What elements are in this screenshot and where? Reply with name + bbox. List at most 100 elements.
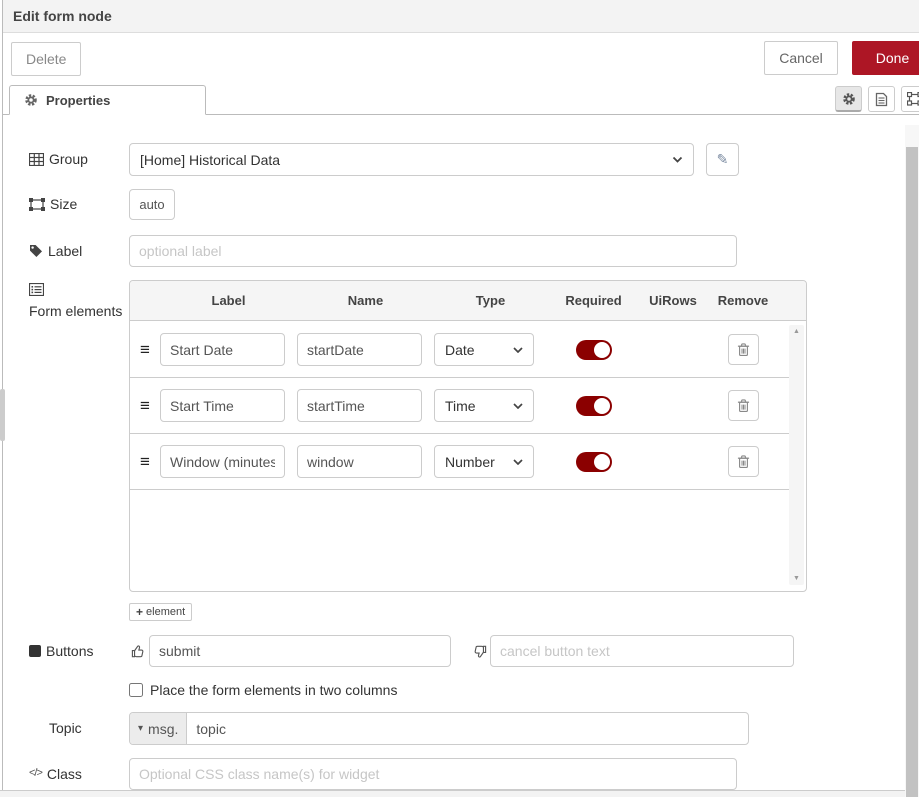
appearance-tab-button[interactable] <box>901 86 919 112</box>
trash-icon <box>737 455 750 469</box>
caret-down-icon: ▾ <box>138 723 143 734</box>
edit-form-node-dialog: { "dialog": { "title": "Edit form node",… <box>0 0 919 797</box>
form-element-row: ≡ Time <box>130 378 791 434</box>
appearance-icon <box>907 92 919 106</box>
chevron-down-icon <box>513 403 523 409</box>
group-row: Group [Home] Historical Data ✎ <box>29 143 919 176</box>
chevron-down-icon <box>513 459 523 465</box>
scroll-down-icon[interactable]: ▼ <box>793 575 800 582</box>
tasks-icon <box>29 722 44 735</box>
plus-icon: + <box>136 605 143 619</box>
element-type-select[interactable]: Time <box>434 389 534 422</box>
cancel-button-text-input[interactable] <box>490 635 794 667</box>
remove-element-button[interactable] <box>728 334 759 365</box>
element-name-input[interactable] <box>297 389 422 422</box>
tray-resize-grip[interactable] <box>0 389 5 441</box>
dialog-title: Edit form node <box>13 8 112 24</box>
topic-typed-input: ▾ msg. topic <box>129 712 749 745</box>
drag-handle-icon[interactable]: ≡ <box>130 341 160 358</box>
properties-tab-button[interactable] <box>835 86 862 112</box>
topic-value[interactable]: topic <box>187 721 226 737</box>
two-columns-checkbox[interactable] <box>129 683 143 697</box>
size-row: Size auto <box>29 189 919 220</box>
label-input[interactable] <box>129 235 737 267</box>
drag-handle-icon[interactable]: ≡ <box>130 397 160 414</box>
element-label-input[interactable] <box>160 333 285 366</box>
drag-handle-icon[interactable]: ≡ <box>130 453 160 470</box>
class-row: </> Class <box>29 758 919 790</box>
edit-group-button[interactable]: ✎ <box>706 143 739 176</box>
element-label-input[interactable] <box>160 389 285 422</box>
page-scrollbar[interactable] <box>905 125 919 797</box>
object-group-icon <box>29 198 45 211</box>
form-element-row: ≡ Number <box>130 434 791 490</box>
size-field-label: Size <box>29 194 129 214</box>
editor-tabbar: Properties <box>3 85 919 115</box>
form-elements-list: ≡ Date <box>130 322 791 590</box>
element-type-select[interactable]: Number <box>434 445 534 478</box>
column-header-required: Required <box>547 293 640 308</box>
class-input[interactable] <box>129 758 737 790</box>
editor-tab-buttons <box>835 86 919 112</box>
msg-type-button[interactable]: ▾ msg. <box>130 713 187 744</box>
form-elements-row: Form elements Label Name Type Required U… <box>29 280 919 592</box>
filled-square-icon <box>29 645 41 657</box>
column-header-uirows: UiRows <box>640 293 706 308</box>
column-header-type: Type <box>434 293 547 308</box>
group-select-value: [Home] Historical Data <box>140 152 280 168</box>
two-columns-option: Place the form elements in two columns <box>129 682 919 698</box>
chevron-down-icon <box>672 156 683 163</box>
trash-icon <box>737 399 750 413</box>
chevron-down-icon <box>513 347 523 353</box>
column-header-remove: Remove <box>706 293 780 308</box>
done-button[interactable]: Done <box>852 41 919 75</box>
required-toggle[interactable] <box>576 396 612 416</box>
code-icon: </> <box>29 766 42 782</box>
label-row: Label <box>29 235 919 267</box>
cancel-button[interactable]: Cancel <box>764 41 838 75</box>
edit-tray: Edit form node Delete Cancel Done Proper… <box>2 0 919 797</box>
column-header-label: Label <box>160 293 297 308</box>
element-name-input[interactable] <box>297 333 422 366</box>
thumbs-up-icon <box>129 644 147 659</box>
size-auto-button[interactable]: auto <box>129 189 175 220</box>
remove-element-button[interactable] <box>728 446 759 477</box>
add-element-button[interactable]: + element <box>129 603 192 621</box>
trash-icon <box>737 343 750 357</box>
gear-icon <box>842 92 856 106</box>
bottom-divider <box>0 790 919 797</box>
scroll-up-icon[interactable]: ▲ <box>793 328 800 335</box>
form-elements-label: Form elements <box>29 280 129 321</box>
two-columns-label: Place the form elements in two columns <box>150 682 397 698</box>
document-icon <box>875 92 888 107</box>
delete-button[interactable]: Delete <box>11 42 81 76</box>
buttons-field-label: Buttons <box>29 641 129 661</box>
dialog-toolbar: Delete Cancel Done <box>3 33 919 85</box>
group-field-label: Group <box>29 149 129 169</box>
element-name-input[interactable] <box>297 445 422 478</box>
pencil-icon: ✎ <box>717 151 729 168</box>
buttons-row: Buttons <box>29 635 919 667</box>
class-field-label: </> Class <box>29 764 129 784</box>
form-element-row: ≡ Date <box>130 322 791 378</box>
gear-icon <box>24 93 38 107</box>
group-select[interactable]: [Home] Historical Data <box>129 143 694 176</box>
msg-prefix-label: msg. <box>148 721 178 737</box>
element-label-input[interactable] <box>160 445 285 478</box>
tab-properties[interactable]: Properties <box>9 85 206 115</box>
element-type-select[interactable]: Date <box>434 333 534 366</box>
table-scrollbar[interactable]: ▲ ▼ <box>789 325 804 585</box>
description-tab-button[interactable] <box>868 86 895 112</box>
thumbs-down-icon <box>470 644 488 659</box>
dialog-header: Edit form node <box>3 0 919 33</box>
topic-row: Topic ▾ msg. topic <box>29 712 919 745</box>
table-icon <box>29 153 44 166</box>
column-header-name: Name <box>297 293 434 308</box>
scrollbar-thumb[interactable] <box>906 147 918 797</box>
submit-button-text-input[interactable] <box>149 635 451 667</box>
form-elements-table: Label Name Type Required UiRows Remove ≡ <box>129 280 807 592</box>
required-toggle[interactable] <box>576 452 612 472</box>
remove-element-button[interactable] <box>728 390 759 421</box>
required-toggle[interactable] <box>576 340 612 360</box>
label-field-label: Label <box>29 241 129 261</box>
